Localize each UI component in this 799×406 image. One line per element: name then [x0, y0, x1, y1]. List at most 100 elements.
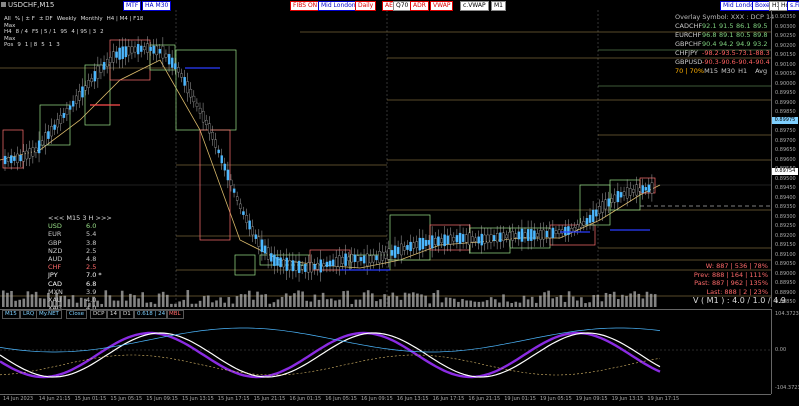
main-price-chart[interactable]: [0, 10, 771, 307]
candle-body: [81, 86, 84, 98]
volume-bar: [465, 300, 468, 307]
volume-bar: [313, 294, 317, 307]
candle-body: [446, 235, 449, 245]
candle-body: [523, 232, 527, 238]
candle-body: [313, 264, 316, 270]
subwindow-button[interactable]: 14: [107, 310, 120, 319]
volume-bar: [375, 301, 378, 307]
volume-bar: [588, 302, 591, 307]
price-axis-label: 0.89000: [775, 270, 796, 277]
candle-body: [396, 246, 400, 255]
overlay-value: 96.8: [702, 31, 717, 39]
subwindow-button[interactable]: MBL: [166, 310, 184, 319]
candle-body: [502, 232, 505, 241]
volume-bar: [371, 293, 374, 307]
current-price-tag: 0.89975: [772, 117, 798, 124]
chart-window: USDCHF,M15 MTF HA M30 FIBS ON Mid London Dai…: [0, 0, 799, 405]
strength-row: CAD 6.8: [48, 280, 112, 288]
time-axis-label: 16 Jun 09:15: [361, 396, 393, 402]
strength-currency: EUR: [48, 230, 62, 239]
candle-body: [508, 232, 511, 240]
candle-body: [452, 237, 456, 242]
time-axis-label: 16 Jun 13:15: [396, 396, 429, 402]
subwindow-button[interactable]: DCP: [90, 310, 108, 319]
oscillator-subwindow[interactable]: [0, 309, 771, 395]
candle-body: [44, 132, 47, 146]
adr-line: Prev: 888 | 164 | 111%: [693, 270, 768, 279]
time-axis-label: 16 Jun 17:15: [432, 396, 465, 402]
volume-bar: [260, 294, 263, 307]
candle-body: [310, 262, 313, 273]
candle-body: [344, 253, 347, 266]
overlay-value: 93.2: [753, 40, 768, 48]
candle-body: [3, 155, 7, 165]
candle-body: [10, 155, 13, 164]
candle-body: [579, 222, 583, 228]
strength-currency: JPY: [48, 271, 58, 280]
volume-bar: [510, 303, 513, 307]
adr-line: Last: 888 | 2 | 23%: [706, 287, 768, 296]
subwindow-button[interactable]: 0.618 | 24: [134, 310, 169, 319]
candle-body: [483, 234, 487, 244]
price-axis-label: 0.89200: [775, 232, 796, 239]
strength-row: NZD 2.5: [48, 247, 112, 255]
volume-bar: [448, 297, 452, 307]
candle-body: [517, 231, 521, 240]
overlay-symbol[interactable]: EURCHF: [675, 31, 702, 40]
volume-bar: [440, 302, 444, 307]
price-axis-label: 0.89300: [775, 213, 796, 220]
volume-bar: [30, 294, 34, 307]
volume-bar: [555, 296, 559, 307]
volume-bar: [243, 294, 247, 307]
candle-body: [294, 262, 298, 271]
volume-bar: [547, 290, 550, 307]
volume-bar: [494, 299, 497, 307]
overlay-value: 80.5: [736, 31, 751, 39]
candle-body: [232, 188, 236, 193]
strength-currency: CAD: [48, 279, 62, 288]
candle-body: [164, 53, 168, 58]
time-axis[interactable]: 14 Jun 2023 14 Jun 21:15 15 Jun 01:15 15 Ju…: [0, 394, 771, 406]
subwindow-button[interactable]: D1: [120, 310, 134, 319]
price-axis[interactable]: 0.90350 0.90300 0.90250 0.90200 0.90150 0.901…: [771, 10, 799, 307]
volume-bar: [6, 292, 9, 307]
candle-body: [316, 263, 319, 270]
candle-body: [635, 184, 638, 196]
overlay-symbol[interactable]: CADCHF: [675, 22, 702, 31]
candle-body: [37, 140, 41, 154]
time-axis-label: 15 Jun 05:15: [110, 396, 143, 402]
candle-body: [610, 198, 614, 203]
candle-body: [205, 120, 208, 126]
candle-body: [468, 232, 471, 245]
volume-bar: [22, 298, 26, 307]
subwindow-button[interactable]: My.NET: [36, 310, 62, 319]
strength-header[interactable]: <<< M15 3 H >>>: [48, 214, 112, 222]
strength-row: MXN 3.9: [48, 288, 112, 296]
volume-bar: [379, 299, 382, 307]
price-axis-label: 0.89100: [775, 251, 796, 258]
volume-bar: [297, 290, 300, 307]
overlay-symbol[interactable]: GBPCHF: [675, 40, 702, 49]
info-cell: 1: [48, 42, 53, 48]
candle-body: [434, 238, 437, 245]
oscillator-axis[interactable]: 104.37239 0.00 -104.37239: [771, 309, 799, 394]
overlay-value: 89.5: [753, 22, 768, 30]
subwindow-button[interactable]: M15: [2, 310, 20, 319]
overlay-value: 90.4: [702, 40, 717, 48]
overlay-symbol[interactable]: GBPUSD: [675, 58, 702, 67]
overlay-symbol[interactable]: CHFJPY: [675, 49, 702, 58]
volume-bar: [330, 298, 333, 307]
subwindow-button[interactable]: Close: [66, 310, 87, 319]
candle-body: [273, 254, 276, 266]
candle-body: [260, 239, 264, 252]
time-axis-label: 19 Jun 13:15: [611, 396, 644, 402]
price-axis-label: 0.88950: [775, 280, 796, 286]
candle-body: [400, 243, 403, 256]
volume-bar: [252, 299, 255, 307]
volume-bar: [436, 290, 440, 307]
overlay-timeframe: M15: [704, 67, 718, 75]
candle-body: [307, 262, 310, 273]
candle-body: [183, 77, 186, 86]
volume-bar: [420, 294, 423, 307]
subwindow-button[interactable]: LRQ: [20, 310, 38, 319]
